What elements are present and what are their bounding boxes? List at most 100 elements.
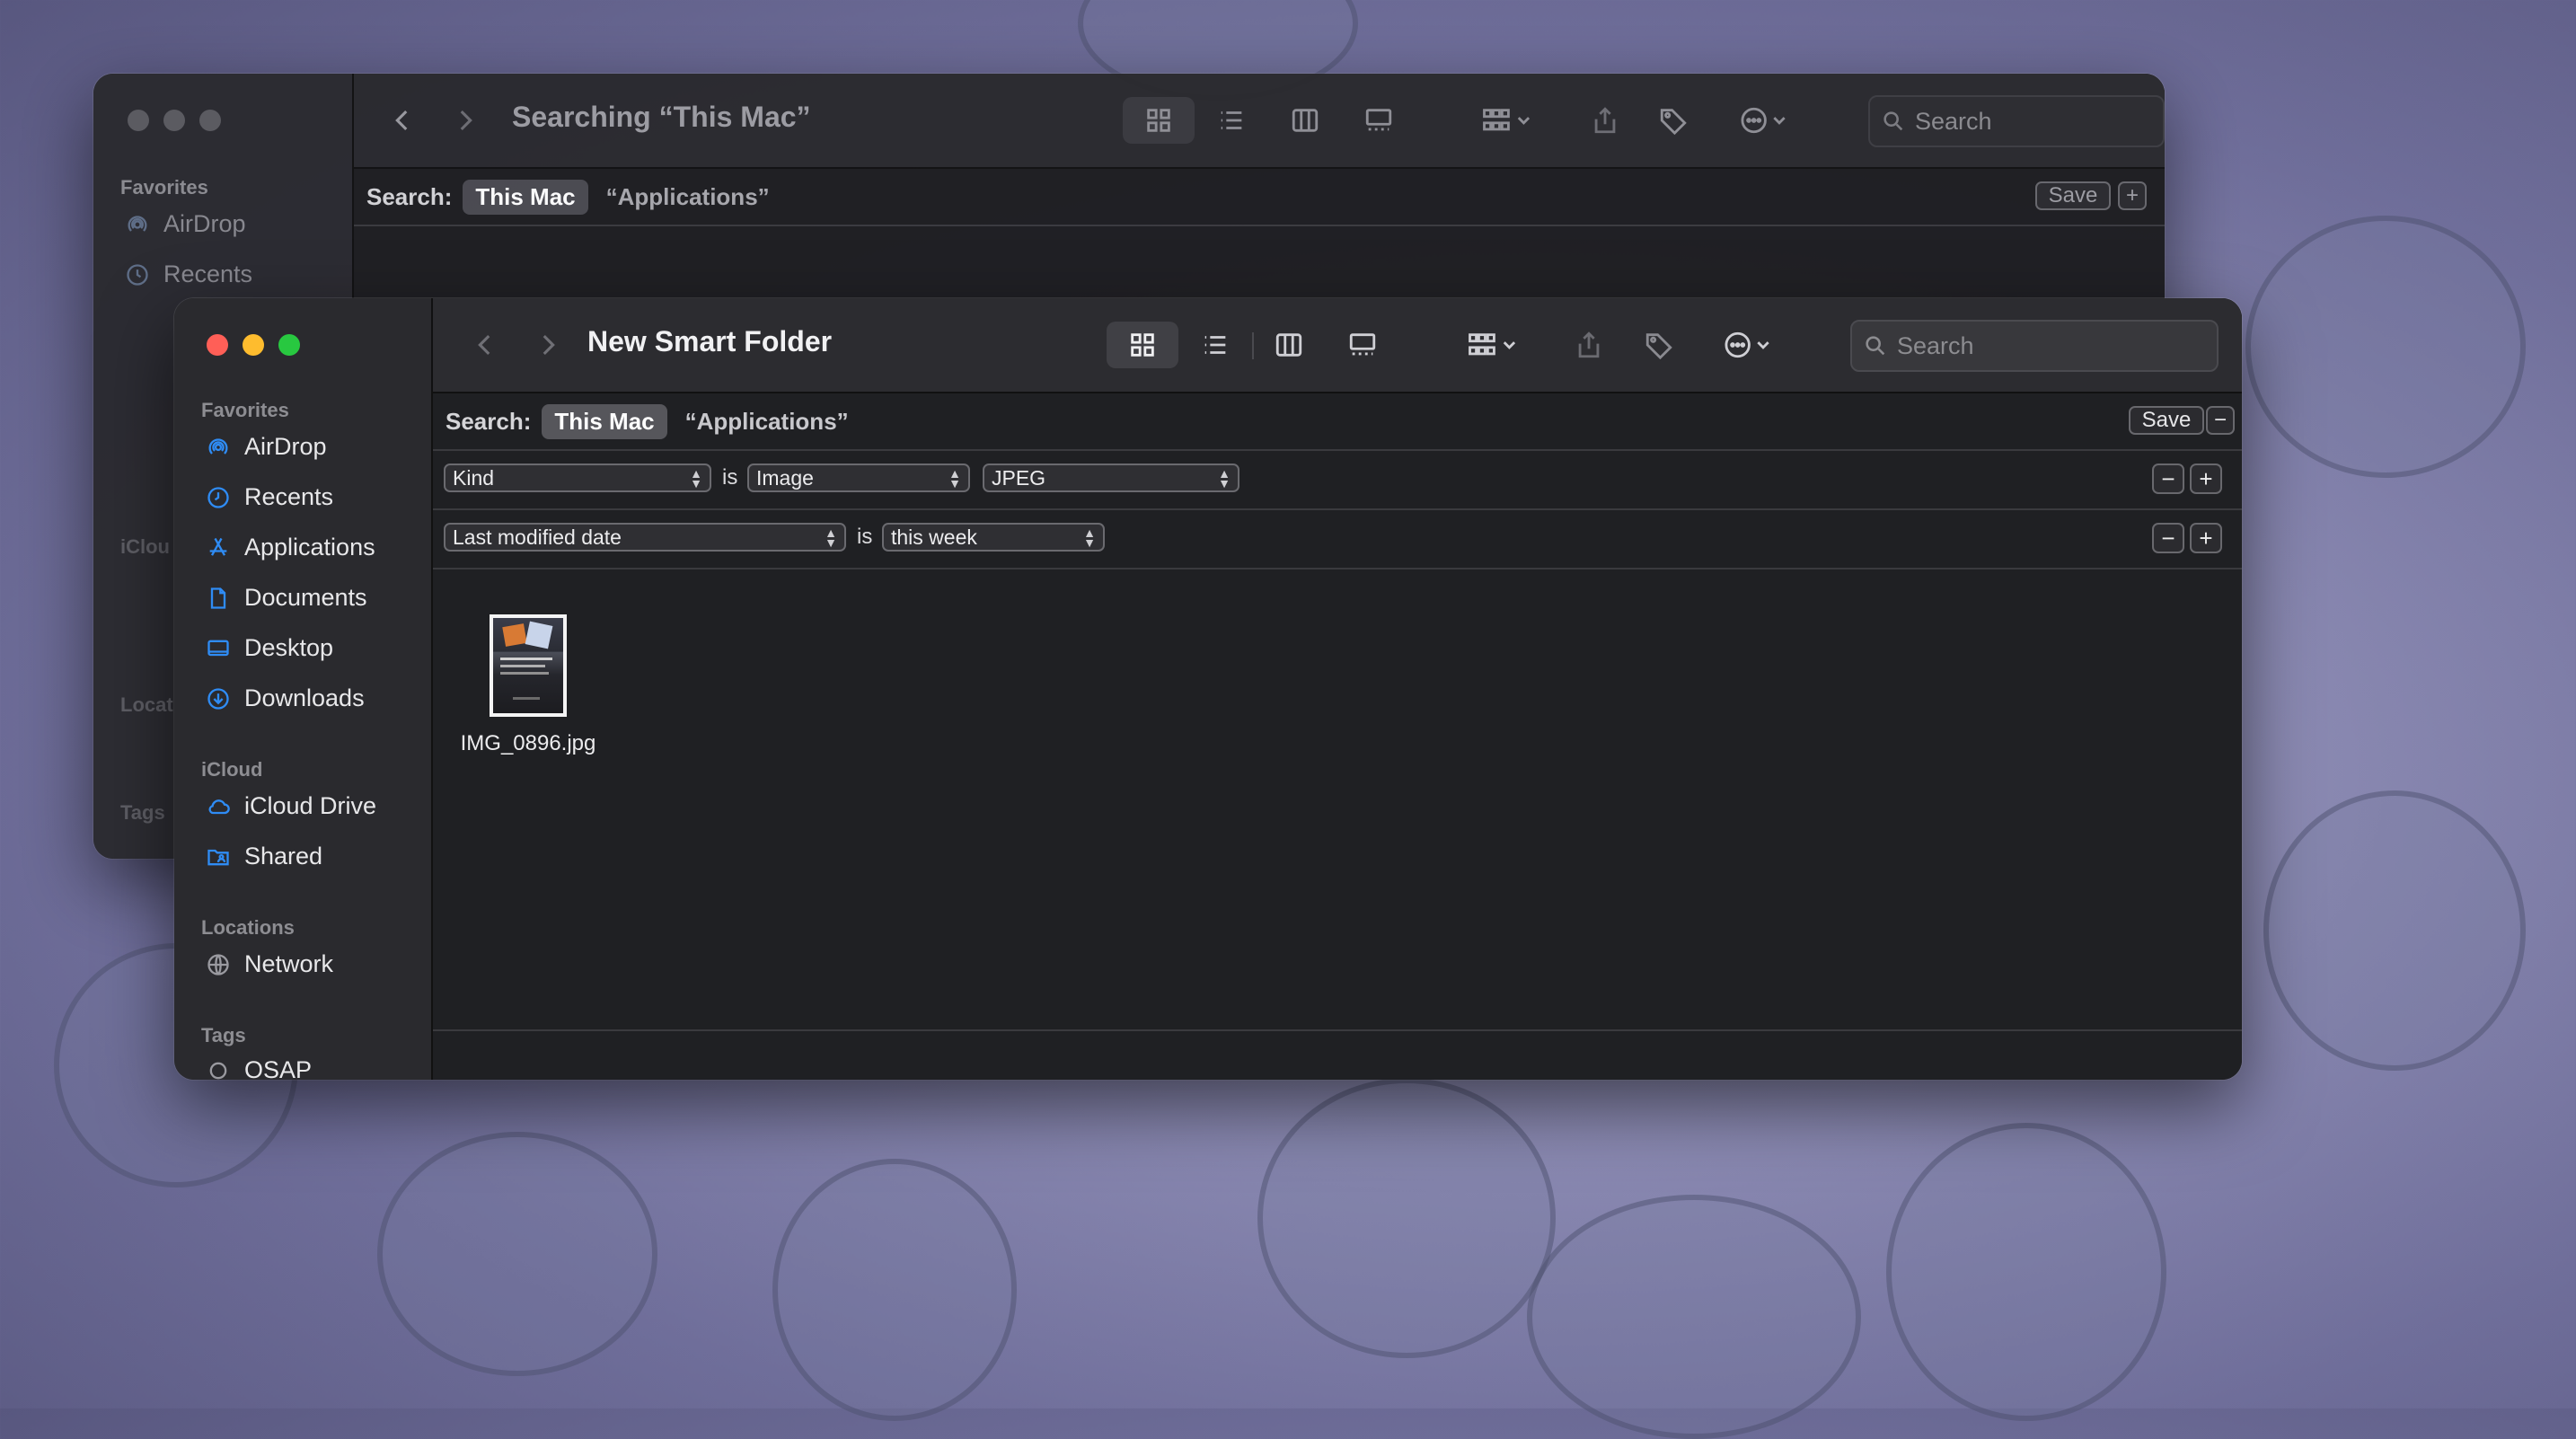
chevron-right-icon — [460, 110, 472, 131]
attribute-popup[interactable]: Kind ▲ ▼ — [444, 463, 711, 492]
icon-view-button[interactable] — [1123, 97, 1195, 144]
sidebar-item-label: Recents — [163, 260, 253, 287]
sidebar-item-recents[interactable]: Recents — [124, 260, 252, 288]
file-item[interactable]: IMG_0896.jpg — [453, 614, 604, 756]
list-view-button[interactable] — [1193, 322, 1238, 368]
forward-button[interactable] — [447, 97, 483, 144]
forward-button[interactable] — [530, 322, 566, 368]
back-button[interactable] — [384, 97, 420, 144]
sidebar-item-desktop[interactable]: Desktop — [205, 634, 333, 662]
toolbar: New Smart Folder — [433, 298, 2242, 393]
sidebar-item-shared[interactable]: Shared — [205, 843, 322, 870]
search-scope-label: Search: — [366, 182, 453, 210]
cloud-icon — [205, 793, 232, 820]
sidebar-item-icloud-drive[interactable]: iCloud Drive — [205, 792, 376, 820]
close-button[interactable] — [128, 110, 149, 131]
add-rule-button[interactable]: + — [2118, 181, 2147, 210]
sidebar-item-applications[interactable]: Applications — [205, 534, 375, 561]
tag-button[interactable] — [1638, 322, 1680, 368]
status-bar — [433, 1029, 2242, 1080]
add-rule-button[interactable]: + — [2190, 523, 2222, 553]
sidebar-item-documents[interactable]: Documents — [205, 584, 367, 612]
group-button[interactable] — [1471, 97, 1543, 144]
wallpaper-blob — [2263, 790, 2526, 1071]
search-rule-row: Last modified date ▲ ▼ is this week ▲ ▼ − … — [433, 510, 2242, 569]
scope-this-mac[interactable]: This Mac — [542, 403, 667, 439]
scope-applications[interactable]: “Applications” — [685, 408, 849, 436]
sidebar-item-label: AirDrop — [244, 433, 327, 460]
share-button[interactable] — [1568, 322, 1610, 368]
search-input[interactable] — [1888, 331, 2224, 360]
sidebar-item-recents[interactable]: Recents — [205, 483, 333, 511]
list-view-button[interactable] — [1209, 97, 1254, 144]
group-by-icon — [1469, 333, 1516, 356]
sidebar-section-locations: Locat — [120, 693, 173, 716]
column-view-button[interactable] — [1266, 322, 1311, 368]
minimize-button[interactable] — [163, 110, 185, 131]
sidebar-item-label: Downloads — [244, 684, 365, 711]
gallery-view-button[interactable] — [1340, 322, 1385, 368]
remove-rule-button[interactable]: − — [2152, 463, 2184, 494]
wallpaper-blob — [1527, 1195, 1861, 1439]
chevron-left-icon — [478, 334, 490, 356]
close-button[interactable] — [207, 334, 228, 356]
minimize-button[interactable] — [243, 334, 264, 356]
attribute-popup[interactable]: Last modified date ▲ ▼ — [444, 523, 846, 552]
toolbar: Searching “This Mac” Search — [354, 74, 2165, 169]
sidebar-item-downloads[interactable]: Downloads — [205, 684, 365, 712]
kind-value-popup[interactable]: Image ▲ ▼ — [747, 463, 970, 492]
save-button[interactable]: Save — [2129, 406, 2204, 435]
zoom-button[interactable] — [278, 334, 300, 356]
share-icon — [1594, 107, 1616, 134]
scope-this-mac[interactable]: This Mac — [463, 179, 588, 215]
tag-icon — [1645, 333, 1672, 360]
more-actions-button[interactable] — [1728, 97, 1800, 144]
sidebar-section-icloud: iClou — [120, 535, 170, 558]
back-button[interactable] — [467, 322, 503, 368]
scope-applications[interactable]: “Applications” — [606, 183, 770, 211]
rule-buttons: − + — [2152, 523, 2222, 553]
zoom-button[interactable] — [199, 110, 221, 131]
share-icon — [1578, 331, 1600, 358]
document-icon — [205, 585, 232, 612]
icon-view-button[interactable] — [1107, 322, 1178, 368]
sidebar-section-tags: Tags — [201, 1024, 246, 1046]
image-thumbnail — [490, 614, 567, 717]
search-input[interactable] — [1906, 107, 2165, 136]
gallery-view-button[interactable] — [1356, 97, 1401, 144]
shared-folder-icon — [205, 843, 232, 870]
search-scope-bar: Search: This Mac “Applications” Save − — [433, 393, 2242, 451]
group-button[interactable] — [1457, 322, 1529, 368]
grid-icon — [1131, 333, 1154, 357]
sidebar-item-airdrop[interactable]: AirDrop — [124, 210, 246, 238]
column-view-button[interactable] — [1283, 97, 1328, 144]
date-value-popup[interactable]: this week ▲ ▼ — [882, 523, 1105, 552]
columns-icon — [1275, 333, 1302, 357]
sidebar-item-label: iCloud Drive — [244, 792, 377, 819]
save-button[interactable]: Save — [2035, 181, 2111, 210]
search-icon — [1881, 109, 1906, 134]
remove-search-button[interactable]: − — [2206, 406, 2235, 435]
search-field[interactable] — [1850, 320, 2224, 372]
tag-button[interactable] — [1653, 97, 1694, 144]
grid-icon — [1147, 109, 1170, 132]
popup-value: JPEG — [992, 465, 1046, 490]
sidebar-item-label: Applications — [244, 534, 375, 561]
sidebar-item-tag-osap[interactable]: OSAP — [205, 1056, 312, 1080]
kind-subvalue-popup[interactable]: JPEG ▲ ▼ — [983, 463, 1239, 492]
popup-value: Image — [756, 465, 814, 490]
sidebar-item-airdrop[interactable]: AirDrop — [205, 433, 327, 461]
search-field[interactable]: ✕ — [1868, 95, 2165, 147]
finder-window-smart-folder[interactable]: Favorites AirDrop Recents Applications D… — [174, 298, 2242, 1080]
wallpaper-blob — [1886, 1123, 2166, 1421]
ellipsis-circle-icon — [1741, 107, 1786, 134]
wallpaper-blob — [772, 1159, 1017, 1421]
sidebar-item-label: Recents — [244, 483, 334, 510]
add-rule-button[interactable]: + — [2190, 463, 2222, 494]
more-actions-button[interactable] — [1712, 322, 1784, 368]
share-button[interactable] — [1584, 97, 1626, 144]
sidebar-item-label: Shared — [244, 843, 323, 870]
sidebar-item-label: Documents — [244, 584, 367, 611]
remove-rule-button[interactable]: − — [2152, 523, 2184, 553]
sidebar-item-network[interactable]: Network — [205, 950, 333, 978]
